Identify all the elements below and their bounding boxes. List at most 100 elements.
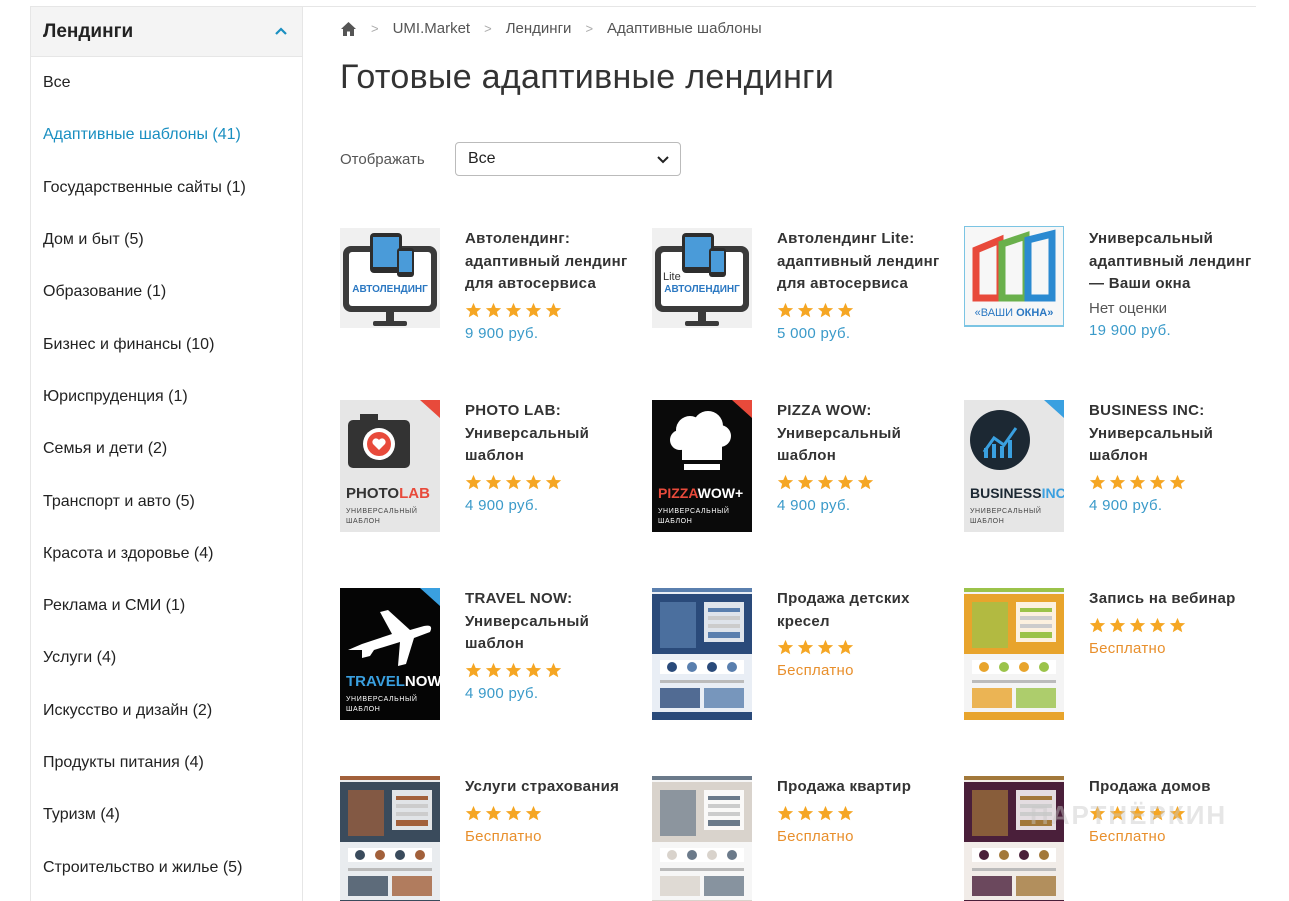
- product-info: Автолендинг: адаптивный лендинг для авто…: [465, 228, 645, 345]
- breadcrumb-link-landings[interactable]: Лендинги: [506, 20, 572, 37]
- chevron-up-icon[interactable]: [272, 23, 290, 41]
- star-icon: [485, 805, 502, 820]
- star-icon: [525, 302, 542, 317]
- svg-text:ШАБЛОН: ШАБЛОН: [346, 518, 380, 525]
- product-thumbnail[interactable]: АВТОЛЕНДИНГ: [340, 228, 440, 360]
- product-price: 5 000 руб.: [777, 324, 851, 342]
- star-icon: [1149, 617, 1166, 632]
- product-thumbnail[interactable]: [964, 588, 1064, 720]
- star-icon: [1169, 617, 1186, 632]
- star-icon: [545, 474, 562, 489]
- star-icon: [817, 302, 834, 317]
- star-icon: [465, 662, 482, 677]
- product-card[interactable]: АВТОЛЕНДИНГ Автолендинг: адаптивный ленд…: [340, 228, 640, 368]
- product-title[interactable]: Автолендинг Lite: адаптивный лендинг для…: [777, 228, 957, 296]
- product-card[interactable]: Запись на вебинар Бесплатно: [964, 588, 1264, 728]
- svg-text:ШАБЛОН: ШАБЛОН: [346, 706, 380, 713]
- sidebar-item[interactable]: Красота и здоровье (4): [31, 528, 302, 580]
- product-title[interactable]: Услуги страхования: [465, 776, 645, 799]
- product-thumbnail[interactable]: «ВАШИ ОКНА»: [964, 226, 1064, 358]
- product-price: 4 900 руб.: [777, 496, 851, 514]
- product-title[interactable]: Универсальный адаптивный лендинг — Ваши …: [1089, 228, 1269, 296]
- product-card[interactable]: PIZZAWOW+ УНИВЕРСАЛЬНЫЙ ШАБЛОН PIZZA WOW:…: [652, 400, 952, 540]
- product-thumbnail[interactable]: [652, 588, 752, 720]
- star-icon: [817, 474, 834, 489]
- product-price: Бесплатно: [465, 827, 542, 845]
- rating-stars: [777, 302, 957, 319]
- product-info: Продажа квартир Бесплатно: [777, 776, 957, 848]
- breadcrumb-link-market[interactable]: UMI.Market: [393, 20, 471, 37]
- star-icon: [465, 474, 482, 489]
- sidebar-item[interactable]: Реклама и СМИ (1): [31, 580, 302, 632]
- sidebar-item[interactable]: Все: [31, 57, 302, 109]
- product-title[interactable]: Запись на вебинар: [1089, 588, 1269, 611]
- product-card[interactable]: Продажа детских кресел Бесплатно: [652, 588, 952, 728]
- star-icon: [837, 474, 854, 489]
- star-icon: [857, 474, 874, 489]
- sidebar-item[interactable]: Государственные сайты (1): [31, 162, 302, 214]
- sidebar-item[interactable]: Юриспруденция (1): [31, 371, 302, 423]
- product-thumbnail[interactable]: [964, 776, 1064, 901]
- breadcrumb-separator: >: [585, 21, 594, 36]
- product-card[interactable]: TRAVELNOW УНИВЕРСАЛЬНЫЙ ШАБЛОН TRAVEL NOW…: [340, 588, 640, 728]
- svg-text:PHOTOLAB: PHOTOLAB: [346, 485, 430, 502]
- svg-text:УНИВЕРСАЛЬНЫЙ: УНИВЕРСАЛЬНЫЙ: [346, 506, 417, 515]
- product-card[interactable]: Продажа домов Бесплатно: [964, 776, 1264, 901]
- product-thumbnail[interactable]: TRAVELNOW УНИВЕРСАЛЬНЫЙ ШАБЛОН: [340, 588, 440, 720]
- sidebar-item[interactable]: Семья и дети (2): [31, 423, 302, 475]
- product-card[interactable]: «ВАШИ ОКНА» Универсальный адаптивный лен…: [964, 226, 1264, 368]
- product-card[interactable]: BUSINESSINC УНИВЕРСАЛЬНЫЙ ШАБЛОН BUSINES…: [964, 400, 1264, 540]
- sidebar-item[interactable]: Искусство и дизайн (2): [31, 685, 302, 737]
- product-title[interactable]: PHOTO LAB: Универсальный шаблон: [465, 400, 645, 468]
- svg-text:АВТОЛЕНДИНГ: АВТОЛЕНДИНГ: [352, 284, 428, 295]
- product-thumbnail[interactable]: АВТОЛЕНДИНГ Lite: [652, 228, 752, 360]
- star-icon: [1109, 474, 1126, 489]
- breadcrumb-current: Адаптивные шаблоны: [607, 20, 762, 37]
- star-icon: [837, 639, 854, 655]
- rating-stars: [1089, 474, 1269, 491]
- product-card[interactable]: Услуги страхования Бесплатно: [340, 776, 640, 901]
- filter-select[interactable]: Все: [455, 142, 681, 176]
- product-title[interactable]: TRAVEL NOW: Универсальный шаблон: [465, 588, 645, 656]
- sidebar-item[interactable]: Бизнес и финансы (10): [31, 318, 302, 370]
- svg-text:АВТОЛЕНДИНГ: АВТОЛЕНДИНГ: [664, 284, 740, 295]
- sidebar-item[interactable]: Образование (1): [31, 266, 302, 318]
- svg-text:Lite: Lite: [663, 271, 681, 283]
- sidebar-item[interactable]: Продукты питания (4): [31, 737, 302, 789]
- product-title[interactable]: Продажа квартир: [777, 776, 957, 799]
- product-title[interactable]: Продажа детских кресел: [777, 588, 957, 633]
- product-price: 19 900 руб.: [1089, 321, 1171, 339]
- star-icon: [1149, 474, 1166, 489]
- product-price: 4 900 руб.: [1089, 496, 1163, 514]
- product-card[interactable]: PHOTOLAB УНИВЕРСАЛЬНЫЙ ШАБЛОН PHOTO LAB:…: [340, 400, 640, 540]
- product-thumbnail[interactable]: PIZZAWOW+ УНИВЕРСАЛЬНЫЙ ШАБЛОН: [652, 400, 752, 532]
- product-card[interactable]: АВТОЛЕНДИНГ Lite Автолендинг Lite: адапт…: [652, 228, 952, 368]
- product-thumbnail[interactable]: [340, 776, 440, 901]
- svg-text:УНИВЕРСАЛЬНЫЙ: УНИВЕРСАЛЬНЫЙ: [346, 694, 417, 703]
- sidebar-item[interactable]: Услуги (4): [31, 632, 302, 684]
- product-card[interactable]: Продажа квартир Бесплатно: [652, 776, 952, 901]
- page-title: Готовые адаптивные лендинги: [340, 58, 835, 96]
- sidebar-header[interactable]: Лендинги: [31, 7, 302, 57]
- sidebar-item[interactable]: Адаптивные шаблоны (41): [31, 109, 302, 161]
- rating-stars: [465, 662, 645, 679]
- rating-text: Нет оценки: [1089, 299, 1168, 317]
- sidebar-item[interactable]: Туризм (4): [31, 789, 302, 841]
- home-icon[interactable]: [340, 21, 357, 37]
- sidebar-item[interactable]: Строительство и жилье (5): [31, 841, 302, 893]
- product-thumbnail[interactable]: PHOTOLAB УНИВЕРСАЛЬНЫЙ ШАБЛОН: [340, 400, 440, 532]
- product-thumbnail[interactable]: [652, 776, 752, 901]
- display-filter: Отображать Все: [340, 142, 681, 176]
- product-price: 4 900 руб.: [465, 496, 539, 514]
- star-icon: [525, 662, 542, 677]
- product-title[interactable]: Продажа домов: [1089, 776, 1269, 799]
- product-title[interactable]: PIZZA WOW: Универсальный шаблон: [777, 400, 957, 468]
- product-title[interactable]: Автолендинг: адаптивный лендинг для авто…: [465, 228, 645, 296]
- product-title[interactable]: BUSINESS INC: Универсальный шаблон: [1089, 400, 1269, 468]
- star-icon: [1109, 617, 1126, 632]
- filter-label: Отображать: [340, 150, 425, 168]
- product-info: BUSINESS INC: Универсальный шаблон 4 900…: [1089, 400, 1269, 517]
- sidebar-item[interactable]: Дом и быт (5): [31, 214, 302, 266]
- sidebar-item[interactable]: Транспорт и авто (5): [31, 475, 302, 527]
- product-thumbnail[interactable]: BUSINESSINC УНИВЕРСАЛЬНЫЙ ШАБЛОН: [964, 400, 1064, 532]
